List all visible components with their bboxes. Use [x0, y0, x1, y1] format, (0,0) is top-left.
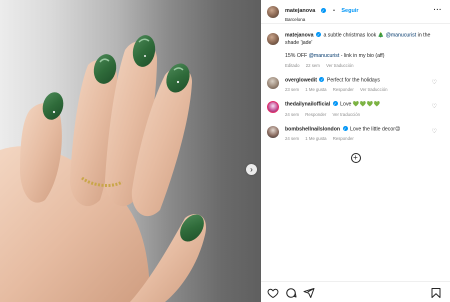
comment-text: bombshellnailslondon ✓ Love the little d…: [285, 125, 444, 134]
comment-icon[interactable]: [285, 286, 297, 298]
avatar[interactable]: [267, 125, 279, 138]
avatar[interactable]: [267, 76, 279, 89]
comment-username[interactable]: thedailynailofficial: [285, 102, 330, 108]
load-more-comments: +: [267, 153, 444, 163]
caption-meta: Editado 22 sem Ver traducción: [285, 63, 444, 68]
comment-likes[interactable]: 1 Me gusta: [305, 136, 326, 141]
load-more-comments-button[interactable]: +: [350, 153, 361, 163]
share-icon[interactable]: [303, 286, 315, 298]
like-comment-icon[interactable]: ♡: [432, 103, 437, 110]
caption-discount: 15% OFF: [285, 52, 308, 59]
green-hearts-emoji: 💚💚💚💚: [352, 101, 381, 108]
hand-with-green-nails-image: [0, 35, 206, 302]
comment-item: overglowedit ✓ Perfect for the holidays …: [267, 76, 444, 92]
comment-meta: 23 sem 1 Me gusta Responder Ver traducci…: [285, 87, 444, 92]
save-icon[interactable]: [430, 286, 442, 298]
verified-icon: ✓: [342, 125, 348, 131]
translate-link[interactable]: Ver traducción: [360, 87, 387, 92]
comment-body: Love the little decor😍: [349, 126, 401, 132]
edited-label: Editado: [285, 62, 300, 68]
comment-meta: 24 sem Responder Ver traducción: [285, 112, 444, 117]
post-username[interactable]: matejanova: [285, 8, 315, 15]
translate-link[interactable]: Ver traducción: [326, 63, 353, 68]
reply-button[interactable]: Responder: [333, 136, 354, 141]
separator-dot: •: [333, 8, 335, 15]
caption-mention[interactable]: @manucurist: [386, 33, 417, 39]
comment-username[interactable]: bombshellnailslondon: [285, 126, 340, 132]
translate-link[interactable]: Ver traducción: [333, 112, 360, 117]
comment-item: bombshellnailslondon ✓ Love the little d…: [267, 125, 444, 141]
comment-item: thedailynailofficial ✓ Love 💚💚💚💚 24 sem …: [267, 101, 444, 117]
comment-text: thedailynailofficial ✓ Love 💚💚💚💚: [285, 101, 444, 109]
comment-text: overglowedit ✓ Perfect for the holidays: [285, 76, 444, 85]
caption-username[interactable]: matejanova: [285, 33, 314, 39]
caption-line-2: 15% OFF @manucurist - link in my bio (af…: [285, 53, 444, 60]
avatar[interactable]: [267, 33, 279, 45]
like-icon[interactable]: [267, 286, 279, 299]
next-image-arrow-icon[interactable]: ›: [246, 164, 257, 175]
post-location[interactable]: Barcelona: [285, 18, 359, 23]
verified-icon: ✓: [320, 7, 326, 13]
comment-meta: 24 sem 1 Me gusta Responder: [285, 136, 444, 141]
caption-time: 22 sem: [305, 62, 320, 68]
reply-button[interactable]: Responder: [333, 87, 354, 92]
comment-body: Love: [340, 101, 352, 108]
action-bar: [261, 281, 450, 302]
caption-text-part1: a subtle christmas look 🎄: [323, 32, 385, 39]
comment-time: 23 sem: [285, 87, 300, 92]
post-header: matejanova ✓ • Seguir Barcelona ···: [261, 0, 450, 24]
reply-button[interactable]: Responder: [305, 112, 326, 117]
comment-username[interactable]: overglowedit: [285, 77, 317, 83]
avatar[interactable]: [267, 101, 279, 113]
verified-icon: ✓: [316, 32, 321, 37]
post-caption: matejanova ✓ a subtle christmas look 🎄 @…: [267, 32, 444, 68]
comment-time: 24 sem: [285, 136, 300, 141]
caption-link-text: - link in my bio (aff): [340, 52, 385, 59]
comment-likes[interactable]: 1 Me gusta: [305, 87, 326, 92]
caption-text: matejanova ✓ a subtle christmas look 🎄 @…: [285, 32, 444, 47]
avatar[interactable]: [267, 5, 279, 18]
follow-button[interactable]: Seguir: [341, 8, 358, 15]
like-comment-icon[interactable]: ♡: [432, 128, 437, 135]
comments-section: matejanova ✓ a subtle christmas look 🎄 @…: [261, 24, 450, 163]
post-sidebar: matejanova ✓ • Seguir Barcelona ··· mate…: [261, 0, 450, 302]
post-header-info: matejanova ✓ • Seguir Barcelona: [285, 0, 359, 23]
verified-icon: ✓: [319, 76, 325, 82]
like-comment-icon[interactable]: ♡: [432, 79, 437, 86]
post-image[interactable]: ›: [0, 0, 261, 302]
caption-mention-2[interactable]: @manucurist: [309, 53, 340, 59]
comment-time: 24 sem: [285, 111, 300, 117]
verified-icon: ✓: [332, 101, 338, 106]
comment-body: Perfect for the holidays: [326, 77, 380, 83]
more-options-icon[interactable]: ···: [434, 7, 443, 14]
